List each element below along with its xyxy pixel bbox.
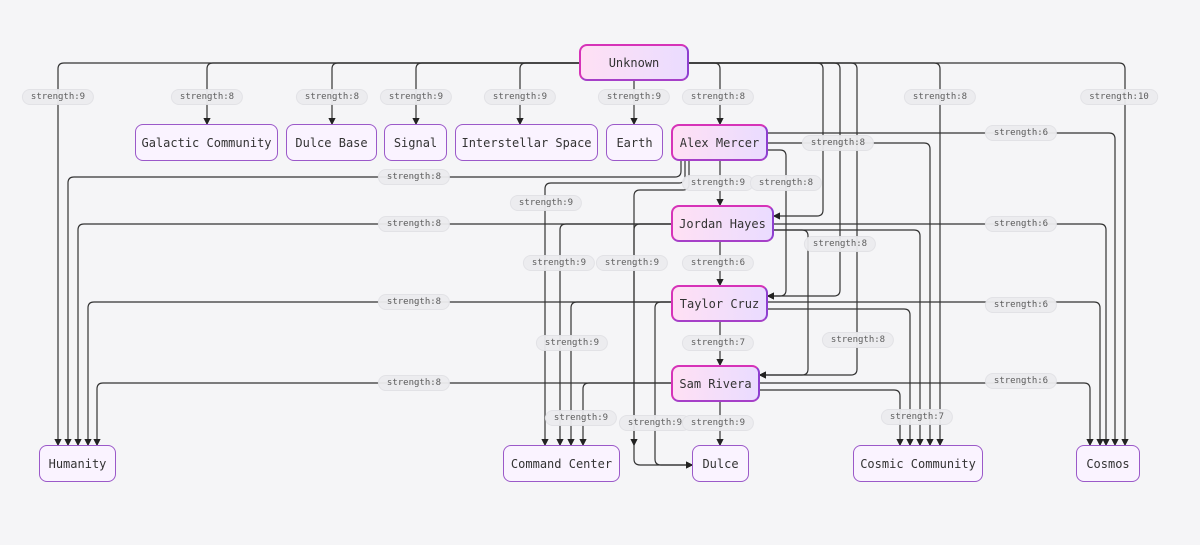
edge-label: strength:8 (803, 236, 877, 252)
edge-label: strength:8 (295, 89, 369, 105)
edge-label: strength:10 (1080, 89, 1158, 105)
edge-alex-to-humanity (64, 161, 682, 447)
node-command[interactable]: Command Center (503, 445, 620, 482)
edge-label: strength:8 (903, 89, 977, 105)
node-galactic[interactable]: Galactic Community (135, 124, 278, 161)
edge-label: strength:9 (522, 255, 596, 271)
edge-label: strength:7 (681, 335, 755, 351)
edge-unknown-to-humanity (54, 62, 579, 447)
edge-label: strength:6 (681, 255, 755, 271)
edge-label: strength:8 (170, 89, 244, 105)
node-label: Galactic Community (141, 135, 272, 150)
edge-label: strength:9 (509, 195, 583, 211)
node-dulce[interactable]: Dulce (692, 445, 749, 482)
node-label: Dulce Base (295, 135, 368, 150)
node-dulcebase[interactable]: Dulce Base (286, 124, 377, 161)
node-interstellar[interactable]: Interstellar Space (455, 124, 598, 161)
node-label: Taylor Cruz (679, 296, 760, 311)
edge-label: strength:9 (535, 335, 609, 351)
node-label: Command Center (510, 456, 613, 471)
node-alex[interactable]: Alex Mercer (671, 124, 768, 161)
edge-label: strength:9 (681, 175, 755, 191)
node-label: Unknown (608, 55, 660, 70)
node-humanity[interactable]: Humanity (39, 445, 116, 482)
edge-label: strength:6 (984, 297, 1058, 313)
node-taylor[interactable]: Taylor Cruz (671, 285, 768, 322)
node-cosmic[interactable]: Cosmic Community (853, 445, 983, 482)
edge-label: strength:9 (618, 415, 692, 431)
edge-label: strength:8 (801, 135, 875, 151)
node-label: Interstellar Space (461, 135, 592, 150)
node-signal[interactable]: Signal (384, 124, 447, 161)
edge-label: strength:9 (483, 89, 557, 105)
node-label: Alex Mercer (679, 135, 760, 150)
edge-label: strength:8 (377, 216, 451, 232)
node-label: Cosmic Community (860, 456, 976, 471)
node-unknown[interactable]: Unknown (579, 44, 689, 81)
node-label: Signal (393, 135, 438, 150)
edge-sam-to-cosmic (760, 389, 904, 447)
node-sam[interactable]: Sam Rivera (671, 365, 760, 402)
edge-label: strength:8 (749, 175, 823, 191)
edge-label: strength:9 (379, 89, 453, 105)
edge-label: strength:6 (984, 125, 1058, 141)
edge-label: strength:9 (544, 410, 618, 426)
node-cosmos[interactable]: Cosmos (1076, 445, 1140, 482)
edge-label: strength:9 (681, 415, 755, 431)
edge-label: strength:8 (377, 169, 451, 185)
edge-label: strength:8 (681, 89, 755, 105)
node-label: Jordan Hayes (679, 216, 766, 231)
edge-label: strength:7 (880, 409, 954, 425)
node-label: Humanity (48, 456, 107, 471)
edge-label: strength:8 (377, 375, 451, 391)
edge-label: strength:9 (595, 255, 669, 271)
edge-label: strength:8 (821, 332, 895, 348)
node-label: Sam Rivera (679, 376, 752, 391)
edge-label: strength:9 (597, 89, 671, 105)
edge-label: strength:8 (377, 294, 451, 310)
node-label: Earth (616, 135, 653, 150)
node-label: Cosmos (1086, 456, 1130, 471)
node-label: Dulce (702, 456, 739, 471)
edge-label: strength:6 (984, 216, 1058, 232)
edge-label: strength:9 (21, 89, 95, 105)
edge-label: strength:6 (984, 373, 1058, 389)
node-jordan[interactable]: Jordan Hayes (671, 205, 774, 242)
node-earth[interactable]: Earth (606, 124, 663, 161)
